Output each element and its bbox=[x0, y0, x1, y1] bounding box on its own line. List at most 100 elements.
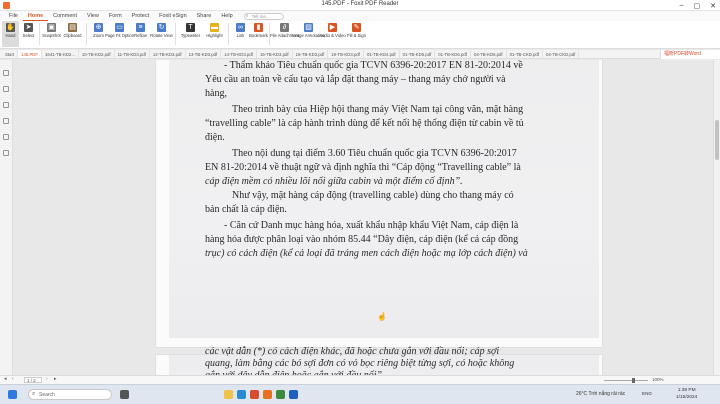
document-tab[interactable]: 14-TB-KD3.pdf bbox=[221, 50, 257, 58]
menu-foxit-esign[interactable]: Foxit eSign bbox=[154, 12, 192, 20]
bookmarks-panel-icon[interactable] bbox=[3, 86, 9, 92]
zoom-slider[interactable] bbox=[604, 378, 648, 383]
ribbon-typewriter-button[interactable]: T Typewriter bbox=[179, 21, 202, 47]
word-icon[interactable] bbox=[289, 390, 298, 399]
ribbon-separator bbox=[39, 23, 40, 45]
document-tab[interactable]: 11-TB-KD3.pdf bbox=[115, 50, 150, 58]
ribbon-audio-video-button[interactable]: ▶ Audio & Video bbox=[319, 21, 346, 47]
document-tab[interactable]: 01-TB-CKD.pdf bbox=[507, 50, 544, 58]
document-tab[interactable]: 10-TB-KD2.pdf bbox=[79, 50, 115, 58]
last-page-icon[interactable]: ▸ bbox=[54, 377, 56, 382]
ribbon-button-label: Rotate View bbox=[150, 33, 173, 38]
document-tab[interactable]: 145.PDF bbox=[18, 50, 43, 58]
document-tab[interactable]: 16-TB-KD3.pdf bbox=[293, 50, 329, 58]
task-view-icon[interactable] bbox=[120, 390, 129, 399]
menu-home[interactable]: Home bbox=[22, 11, 49, 21]
foxit-taskbar-icon[interactable] bbox=[250, 390, 259, 399]
ribbon-link-button[interactable]: ∞ Link bbox=[232, 21, 249, 47]
edge-icon[interactable] bbox=[237, 390, 246, 399]
signature-panel-icon[interactable] bbox=[3, 150, 9, 156]
tell-me-search[interactable]: Tell me... bbox=[243, 12, 284, 20]
menu-view[interactable]: View bbox=[82, 12, 104, 20]
document-text-line: hàng, bbox=[205, 88, 227, 99]
prev-page-icon[interactable]: ‹ bbox=[12, 377, 14, 382]
document-tab[interactable]: 13-TB-KD3.pdf bbox=[186, 50, 222, 58]
ribbon-hand-button[interactable]: ✋ Hand bbox=[2, 21, 19, 47]
rotate-icon: ↻ bbox=[157, 23, 166, 32]
firefox-icon[interactable] bbox=[263, 390, 272, 399]
file-explorer-icon[interactable] bbox=[224, 390, 233, 399]
scrollbar-thumb[interactable] bbox=[715, 120, 719, 160]
menu-help[interactable]: Help bbox=[216, 12, 237, 20]
maximize-icon[interactable]: ▢ bbox=[694, 2, 701, 10]
document-tab[interactable]: 01-TB-KD4.pdf bbox=[364, 50, 400, 58]
zoom-level[interactable]: 100% bbox=[652, 377, 664, 382]
ribbon-fill-sign-button[interactable]: ✎ Fill & Sign bbox=[345, 21, 368, 47]
close-icon[interactable]: ✕ bbox=[710, 2, 716, 10]
menu-protect[interactable]: Protect bbox=[127, 12, 154, 20]
document-tab[interactable]: 1641-TB-KD2... bbox=[42, 50, 79, 58]
pdf-to-word-button[interactable]: 福昕PDF转Word bbox=[660, 50, 720, 59]
zoom-icon: ⊕ bbox=[94, 23, 103, 32]
document-tab[interactable]: 04-TB-KD6.pdf bbox=[471, 50, 507, 58]
layers-icon[interactable] bbox=[3, 102, 9, 108]
reflow-icon: ≡ bbox=[136, 23, 145, 32]
document-text-line: Yêu cầu an toàn về cấu tạo và lắp đặt th… bbox=[205, 74, 506, 85]
sign-icon: ✎ bbox=[352, 23, 361, 32]
taskbar-search[interactable]: Search bbox=[28, 389, 112, 400]
document-tab[interactable]: 12-TB-KD3.pdf bbox=[150, 50, 186, 58]
ribbon-reflow-button[interactable]: ≡ Reflow bbox=[132, 21, 149, 47]
menu-form[interactable]: Form bbox=[104, 12, 127, 20]
document-tab[interactable]: 04-TB-CKD.pdf bbox=[543, 50, 580, 58]
ribbon-button-label: SnapShot bbox=[42, 33, 61, 38]
clock[interactable]: 1:39 PM 1/15/2024 bbox=[676, 387, 697, 401]
document-text-line: các vật dẫn (*) có cách điện khác, đã ho… bbox=[205, 346, 500, 357]
window-title: 145.PDF - Foxit PDF Reader bbox=[321, 1, 399, 7]
ribbon-image-annotation-button[interactable]: ▧ Image Annotation bbox=[292, 21, 325, 47]
first-page-icon[interactable]: ◂ bbox=[4, 377, 6, 382]
document-text-line: điện. bbox=[205, 132, 225, 143]
bookmark-icon: ▮ bbox=[254, 23, 263, 32]
tab-start[interactable]: Start bbox=[2, 50, 19, 58]
document-tab[interactable]: 01-TB-KD6.pdf bbox=[435, 50, 471, 58]
page-thumbnails-icon[interactable] bbox=[3, 70, 9, 76]
page-number-input[interactable]: 1 / 2 bbox=[24, 377, 42, 383]
ribbon-button-label: Zoom bbox=[93, 33, 104, 38]
ribbon-select-button[interactable]: ➤ Select bbox=[20, 21, 37, 47]
minimize-icon[interactable]: – bbox=[680, 2, 684, 9]
document-tab[interactable]: 15-TB-KD3.pdf bbox=[257, 50, 293, 58]
comments-panel-icon[interactable] bbox=[3, 118, 9, 124]
ribbon-bookmark-button[interactable]: ▮ Bookmark bbox=[249, 21, 268, 47]
next-page-icon[interactable]: › bbox=[46, 377, 48, 382]
ribbon-separator bbox=[228, 23, 229, 45]
ribbon-snapshot-button[interactable]: ▣ SnapShot bbox=[42, 21, 61, 47]
ribbon-button-label: Reflow bbox=[134, 33, 147, 38]
menu-file[interactable]: File bbox=[4, 12, 23, 20]
document-text-line: trục) có cách điện (kể cả loại đã tráng … bbox=[205, 248, 528, 259]
pdf-reader-window: 145.PDF - Foxit PDF Reader – ▢ ✕ File Ho… bbox=[0, 0, 720, 404]
weather-widget[interactable]: 26°C Trời nắng rải rác bbox=[576, 391, 625, 397]
ribbon-page-fit-option-button[interactable]: ▭ Page Fit Option bbox=[105, 21, 134, 47]
menu-share[interactable]: Share bbox=[192, 12, 217, 20]
language-indicator[interactable]: ENG bbox=[642, 391, 652, 396]
ribbon-clipboard-button[interactable]: ▤ Clipboard bbox=[61, 21, 84, 47]
document-tab[interactable]: 19-TB-KD3.pdf bbox=[328, 50, 364, 58]
document-tab[interactable]: 01-TB-KD5.pdf bbox=[400, 50, 436, 58]
document-text-line: bản chất là cáp điện. bbox=[205, 204, 287, 215]
highlight-icon: ▬ bbox=[210, 23, 219, 32]
vertical-scrollbar[interactable] bbox=[713, 60, 720, 375]
document-text-line: Theo nội dung tại điểm 3.60 Tiêu chuẩn q… bbox=[232, 148, 517, 159]
ribbon-button-label: Typewriter bbox=[180, 33, 201, 38]
chrome-icon[interactable] bbox=[276, 390, 285, 399]
menu-comment[interactable]: Comment bbox=[48, 12, 82, 20]
ribbon-highlight-button[interactable]: ▬ Highlight bbox=[203, 21, 226, 47]
start-button-icon[interactable] bbox=[8, 390, 17, 399]
document-text-line: cáp điện mềm có nhiều lõi nối giữa cabin… bbox=[205, 176, 463, 187]
document-text-line: “travelling cable” là cáp hành trình dùn… bbox=[205, 118, 524, 129]
attachments-panel-icon[interactable] bbox=[3, 134, 9, 140]
document-text-line: quang, làm bằng các bó sợi đơn có vỏ bọc… bbox=[205, 358, 515, 369]
typewriter-icon: T bbox=[186, 23, 195, 32]
document-view[interactable]: - Thẩm khảo Tiêu chuẩn quốc gia TCVN 639… bbox=[13, 60, 713, 375]
clipboard-icon: ▤ bbox=[68, 23, 77, 32]
ribbon-rotate-view-button[interactable]: ↻ Rotate View bbox=[150, 21, 173, 47]
